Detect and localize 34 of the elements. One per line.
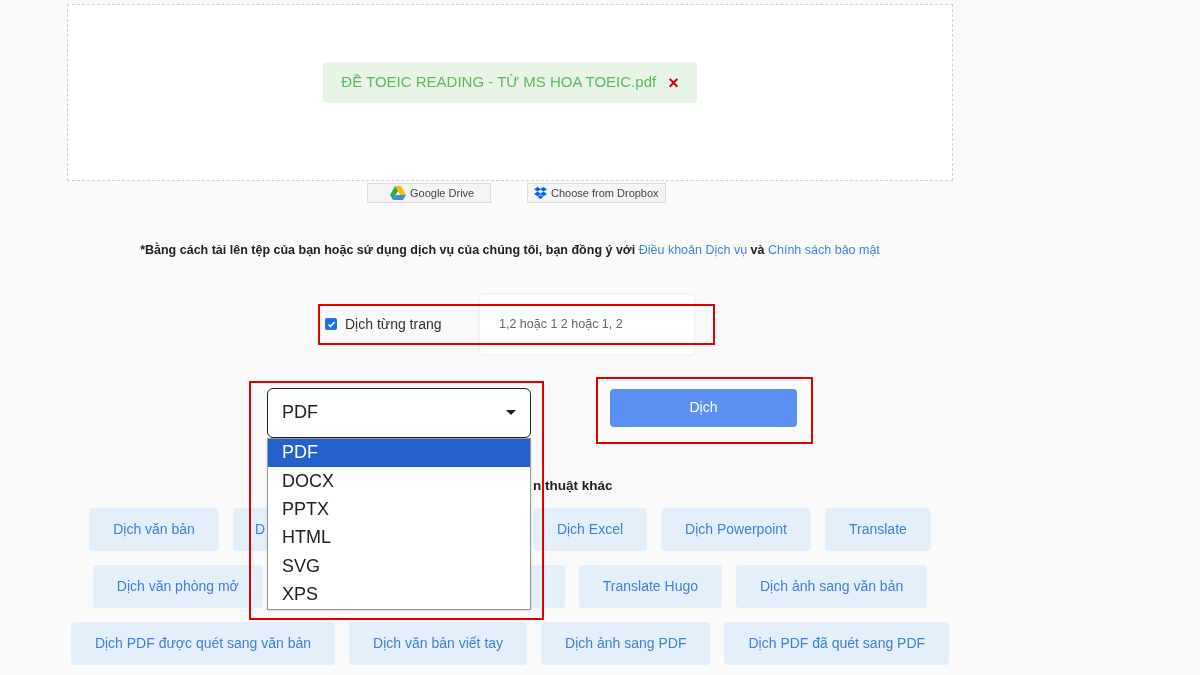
dropbox-icon — [534, 187, 547, 199]
page-range-field[interactable]: 1,2 hoặc 1 2 hoặc 1, 2 — [480, 294, 694, 354]
google-drive-button[interactable]: Google Drive — [367, 183, 491, 203]
dropdown-option[interactable]: HTML — [268, 523, 530, 552]
terms-text: *Bằng cách tải lên tệp của bạn hoặc sử dụng dịch vụ của chúng tôi, bạn đồng ý với Điều khoản Dịch vụ và Chính sách bảo mật — [139, 241, 881, 259]
drive-icon — [390, 186, 406, 200]
file-name: ĐỀ TOEIC READING - TỪ MS HOA TOEIC.pdf — [341, 72, 657, 93]
remove-button[interactable]: × — [668, 73, 679, 92]
tool-link[interactable]: Dịch PDF được quét sang văn bản — [70, 621, 336, 665]
section-heading: n thuật khác — [533, 476, 614, 494]
terms-link[interactable]: Điều khoản Dịch vụ — [638, 243, 748, 257]
tool-link[interactable]: Dịch Powerpoint — [661, 507, 811, 551]
dropdown-option[interactable]: PDF — [268, 438, 530, 468]
tool-link[interactable]: Dịch Excel — [532, 507, 648, 551]
dropdown-option[interactable]: DOCX — [268, 467, 530, 496]
checkbox[interactable] — [325, 318, 337, 331]
tool-link[interactable]: Dịch ảnh sang PDF — [541, 621, 711, 665]
checkbox-label: Dịch từng trang — [345, 314, 443, 334]
tool-link[interactable]: Dịch ảnh sang văn bản — [736, 564, 928, 608]
caret-icon — [506, 409, 516, 416]
dropdown-option[interactable]: XPS — [268, 580, 530, 609]
tool-link[interactable]: Dịch văn phòng mở — [92, 564, 263, 608]
tool-link[interactable]: Dịch PDF đã quét sang PDF — [724, 621, 950, 665]
dropbox-button[interactable]: Choose from Dropbox — [527, 183, 666, 203]
tool-link[interactable]: Translate — [824, 507, 931, 551]
tool-link[interactable]: Translate Hugo — [578, 564, 722, 608]
translate-button[interactable]: Dịch — [610, 388, 797, 427]
format-select[interactable]: PDF — [267, 387, 531, 438]
privacy-link[interactable]: Chính sách bảo mật — [767, 243, 880, 257]
dropdown-option[interactable]: PPTX — [268, 495, 530, 524]
dropdown-option[interactable]: SVG — [268, 551, 530, 581]
tool-link[interactable]: Dịch văn bản — [89, 507, 219, 551]
tool-link[interactable]: Dịch văn bản viết tay — [349, 621, 528, 665]
upload-area[interactable]: ĐỀ TOEIC READING - TỪ MS HOA TOEIC.pdf × — [67, 4, 953, 181]
